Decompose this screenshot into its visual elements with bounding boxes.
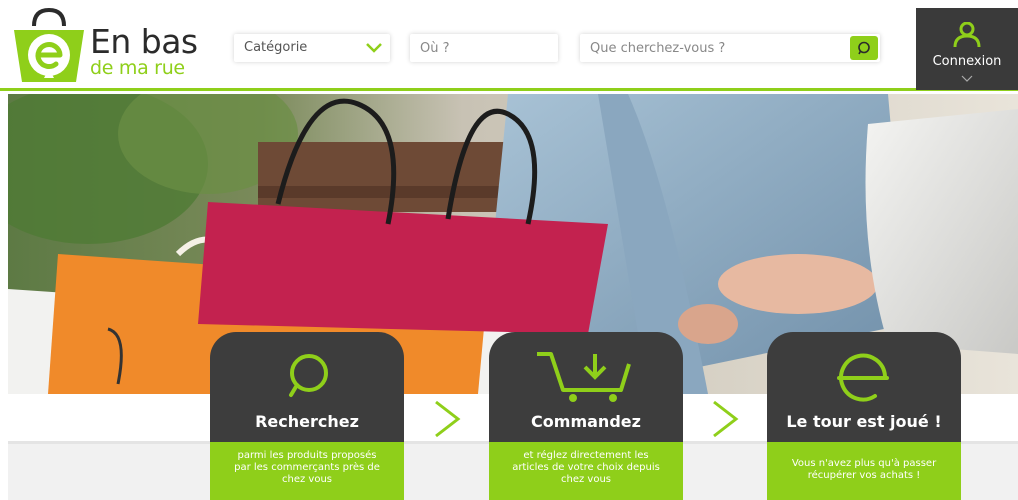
logo-title: En bas (90, 22, 198, 61)
chevron-right-icon (435, 400, 461, 438)
logo-subtitle: de ma rue (90, 57, 185, 79)
category-select[interactable]: Catégorie (234, 34, 390, 62)
step-title: Recherchez (255, 412, 359, 431)
step-description: parmi les produits proposés par les comm… (234, 450, 380, 485)
step-card-done: Le tour est joué ! Vous n'avez plus qu'à… (767, 332, 961, 500)
step-title: Le tour est joué ! (786, 412, 942, 431)
location-field[interactable] (410, 34, 558, 62)
step-card-order: Commandez et réglez directement les arti… (489, 332, 683, 500)
search-button[interactable] (850, 36, 878, 60)
keyword-input[interactable] (580, 34, 880, 62)
category-select-value: Catégorie (244, 40, 308, 55)
site-logo[interactable]: En bas de ma rue (10, 8, 210, 84)
speech-bubble-icon (289, 354, 328, 397)
cart-icon (537, 352, 631, 402)
keyword-field[interactable] (580, 34, 880, 62)
login-menu[interactable]: Connexion (916, 8, 1018, 90)
chevron-down-icon (366, 43, 382, 53)
logo-e-icon (837, 353, 889, 402)
shopping-bag-logo-icon (14, 8, 84, 82)
user-icon (953, 22, 981, 48)
login-label: Connexion (932, 54, 1002, 69)
step-title: Commandez (531, 412, 641, 431)
search-icon (858, 41, 870, 55)
site-header: En bas de ma rue Catégorie Connexion (0, 0, 1018, 91)
chevron-down-icon (961, 75, 973, 82)
location-input[interactable] (410, 34, 558, 62)
step-description: Vous n'avez plus qu'à passer récupérer v… (791, 458, 937, 481)
step-description: et réglez directement les articles de vo… (512, 450, 660, 485)
chevron-right-icon (713, 400, 739, 438)
step-card-search: Recherchez parmi les produits proposés p… (210, 332, 404, 500)
